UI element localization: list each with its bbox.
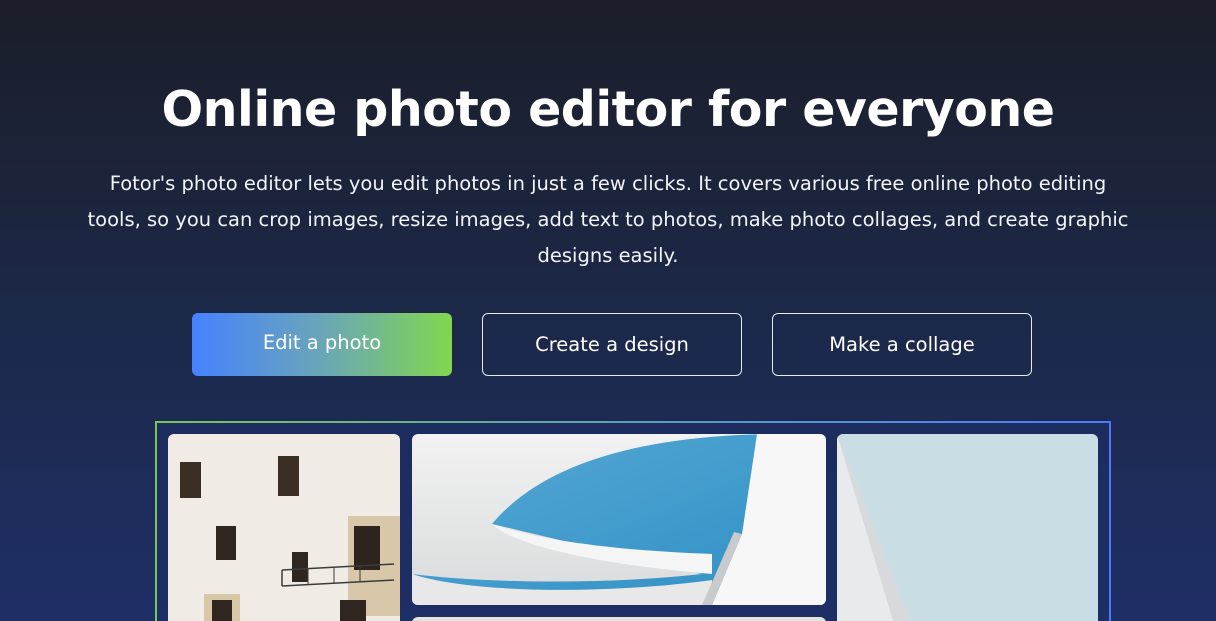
photo-tile: [412, 617, 826, 621]
architecture-sky-photo: [412, 434, 826, 605]
white-wall-photo: [837, 434, 1098, 621]
make-collage-button[interactable]: Make a collage: [772, 313, 1032, 376]
edit-photo-button[interactable]: Edit a photo: [192, 313, 452, 376]
cta-button-group: Edit a photo Create a design Make a coll…: [192, 313, 1032, 376]
hero-title: Online photo editor for everyone: [161, 81, 1056, 138]
building-photo: [168, 434, 400, 621]
create-design-button[interactable]: Create a design: [482, 313, 742, 376]
hero-description: Fotor's photo editor lets you edit photo…: [87, 172, 1129, 267]
collage-showcase: [155, 421, 1111, 621]
